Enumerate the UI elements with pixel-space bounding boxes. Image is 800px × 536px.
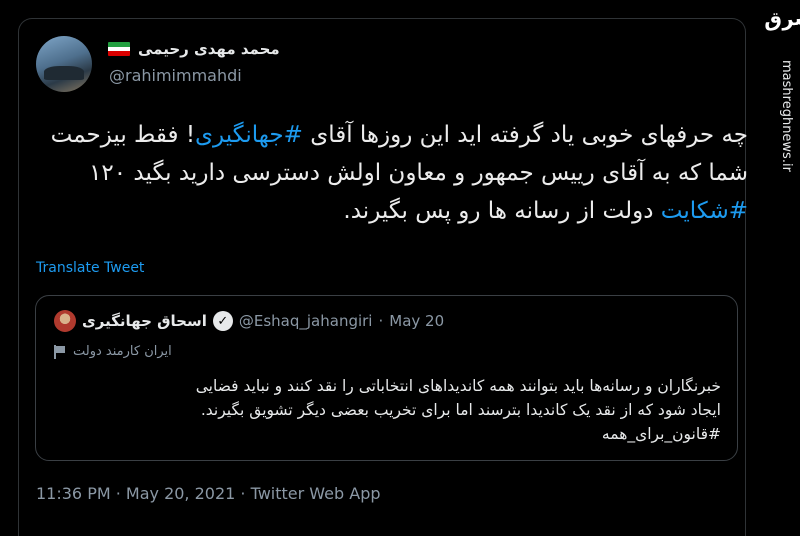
quoted-author-name: اسحاق جهانگیری xyxy=(82,312,207,330)
author-name-row: محمد مهدی رحیمی xyxy=(108,40,280,58)
watermark-url: mashreghnews.ir xyxy=(779,60,794,172)
tweet-text: چه حرفهای خوبی یاد گرفته اید این روزها آ… xyxy=(42,116,748,230)
tweet-text-part: چه حرفهای خوبی یاد گرفته اید این روزها آ… xyxy=(302,122,748,148)
separator-dot: · xyxy=(378,312,384,330)
quoted-tweet-date: May 20 xyxy=(389,312,445,330)
author-display-name[interactable]: محمد مهدی رحیمی xyxy=(138,40,280,58)
quoted-tweet[interactable]: اسحاق جهانگیری ✓ @Eshaq_jahangiri · May … xyxy=(35,295,738,461)
quoted-author-avatar xyxy=(54,310,76,332)
quoted-text-line: ایجاد شود که از نقد یک کاندیدا بترسند ام… xyxy=(200,401,721,419)
quoted-tweet-text: خبرنگاران و رسانه‌ها باید بتوانند همه کا… xyxy=(54,374,721,446)
government-label-text: ایران کارمند دولت xyxy=(73,344,172,359)
hashtag-jahangiri[interactable]: #جهانگیری xyxy=(195,122,303,148)
translate-tweet-link[interactable]: Translate Tweet xyxy=(36,260,144,276)
tweet-text-part: دولت از رسانه ها رو پس بگیرند. xyxy=(343,198,661,224)
author-avatar[interactable] xyxy=(36,36,92,92)
hashtag-shekayat[interactable]: #شکایت xyxy=(661,198,748,224)
tweet-timestamp[interactable]: 11:36 PM · May 20, 2021 · Twitter Web Ap… xyxy=(36,484,381,503)
iran-flag-icon xyxy=(108,42,130,56)
government-label: ایران کارمند دولت xyxy=(54,344,172,359)
quoted-tweet-header: اسحاق جهانگیری ✓ @Eshaq_jahangiri · May … xyxy=(54,310,444,332)
quoted-hashtag-line[interactable]: #قانون_برای_همه xyxy=(54,422,721,446)
verified-icon: ✓ xyxy=(212,311,233,331)
quoted-text-line: خبرنگاران و رسانه‌ها باید بتوانند همه کا… xyxy=(195,377,721,395)
quoted-author-handle: @Eshaq_jahangiri xyxy=(238,312,373,330)
watermark-logo: مشرق xyxy=(763,4,800,32)
author-handle[interactable]: @rahimimmahdi xyxy=(109,66,242,85)
government-flag-icon xyxy=(54,344,65,359)
